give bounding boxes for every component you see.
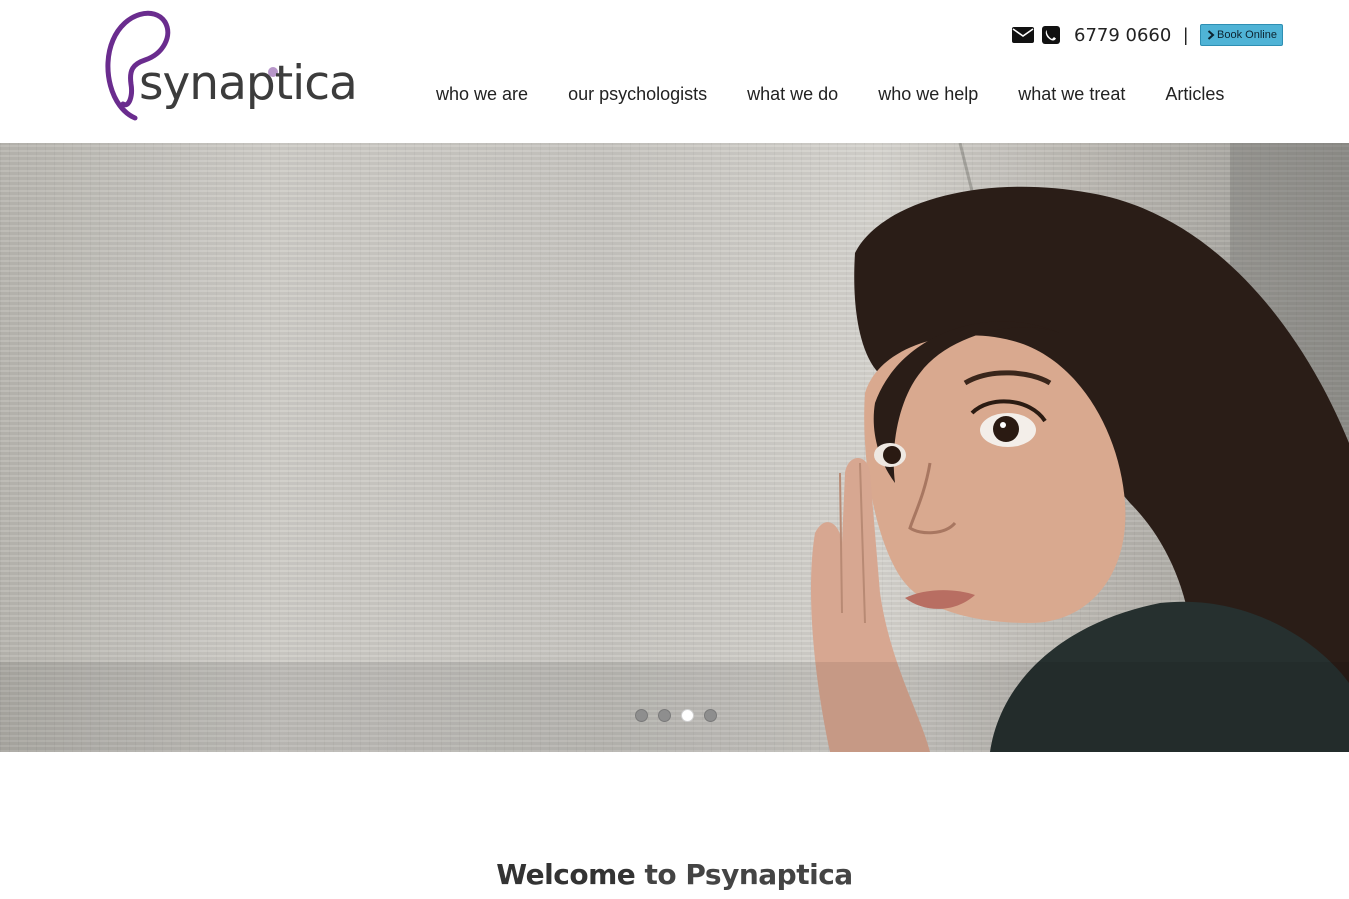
hero-caption-shade xyxy=(0,662,1349,752)
nav-item-articles[interactable]: Articles xyxy=(1165,84,1224,105)
hero-image xyxy=(810,143,1349,752)
site-header: synaptica 6779 0660 | Book Online who we… xyxy=(0,0,1349,143)
nav-item-our-psychologists[interactable]: our psychologists xyxy=(568,84,707,105)
phone-number[interactable]: 6779 0660 xyxy=(1074,25,1171,46)
slider-pagination xyxy=(635,709,717,722)
phone-icon[interactable] xyxy=(1042,26,1060,44)
book-online-button[interactable]: Book Online xyxy=(1200,24,1283,46)
nav-item-who-we-help[interactable]: who we help xyxy=(878,84,978,105)
slide-dot-1[interactable] xyxy=(635,709,648,722)
slide-dot-2[interactable] xyxy=(658,709,671,722)
main-nav: who we are our psychologists what we do … xyxy=(436,84,1224,105)
nav-item-who-we-are[interactable]: who we are xyxy=(436,84,528,105)
contact-separator: | xyxy=(1183,24,1189,45)
book-online-label: Book Online xyxy=(1217,29,1277,41)
welcome-strong: Welcome xyxy=(496,858,636,891)
slide-dot-4[interactable] xyxy=(704,709,717,722)
hero-slider[interactable] xyxy=(0,143,1349,752)
welcome-heading: Welcome to Psynaptica xyxy=(0,858,1349,891)
welcome-rest: to Psynaptica xyxy=(635,858,854,891)
slide-dot-3[interactable] xyxy=(681,709,694,722)
logo-wordmark: synaptica xyxy=(139,56,358,111)
chevron-right-icon xyxy=(1207,30,1215,40)
nav-item-what-we-do[interactable]: what we do xyxy=(747,84,838,105)
contact-bar: 6779 0660 | Book Online xyxy=(1012,22,1283,48)
psynaptica-logo[interactable]: synaptica xyxy=(103,8,358,126)
nav-item-what-we-treat[interactable]: what we treat xyxy=(1018,84,1125,105)
envelope-icon[interactable] xyxy=(1012,27,1034,43)
